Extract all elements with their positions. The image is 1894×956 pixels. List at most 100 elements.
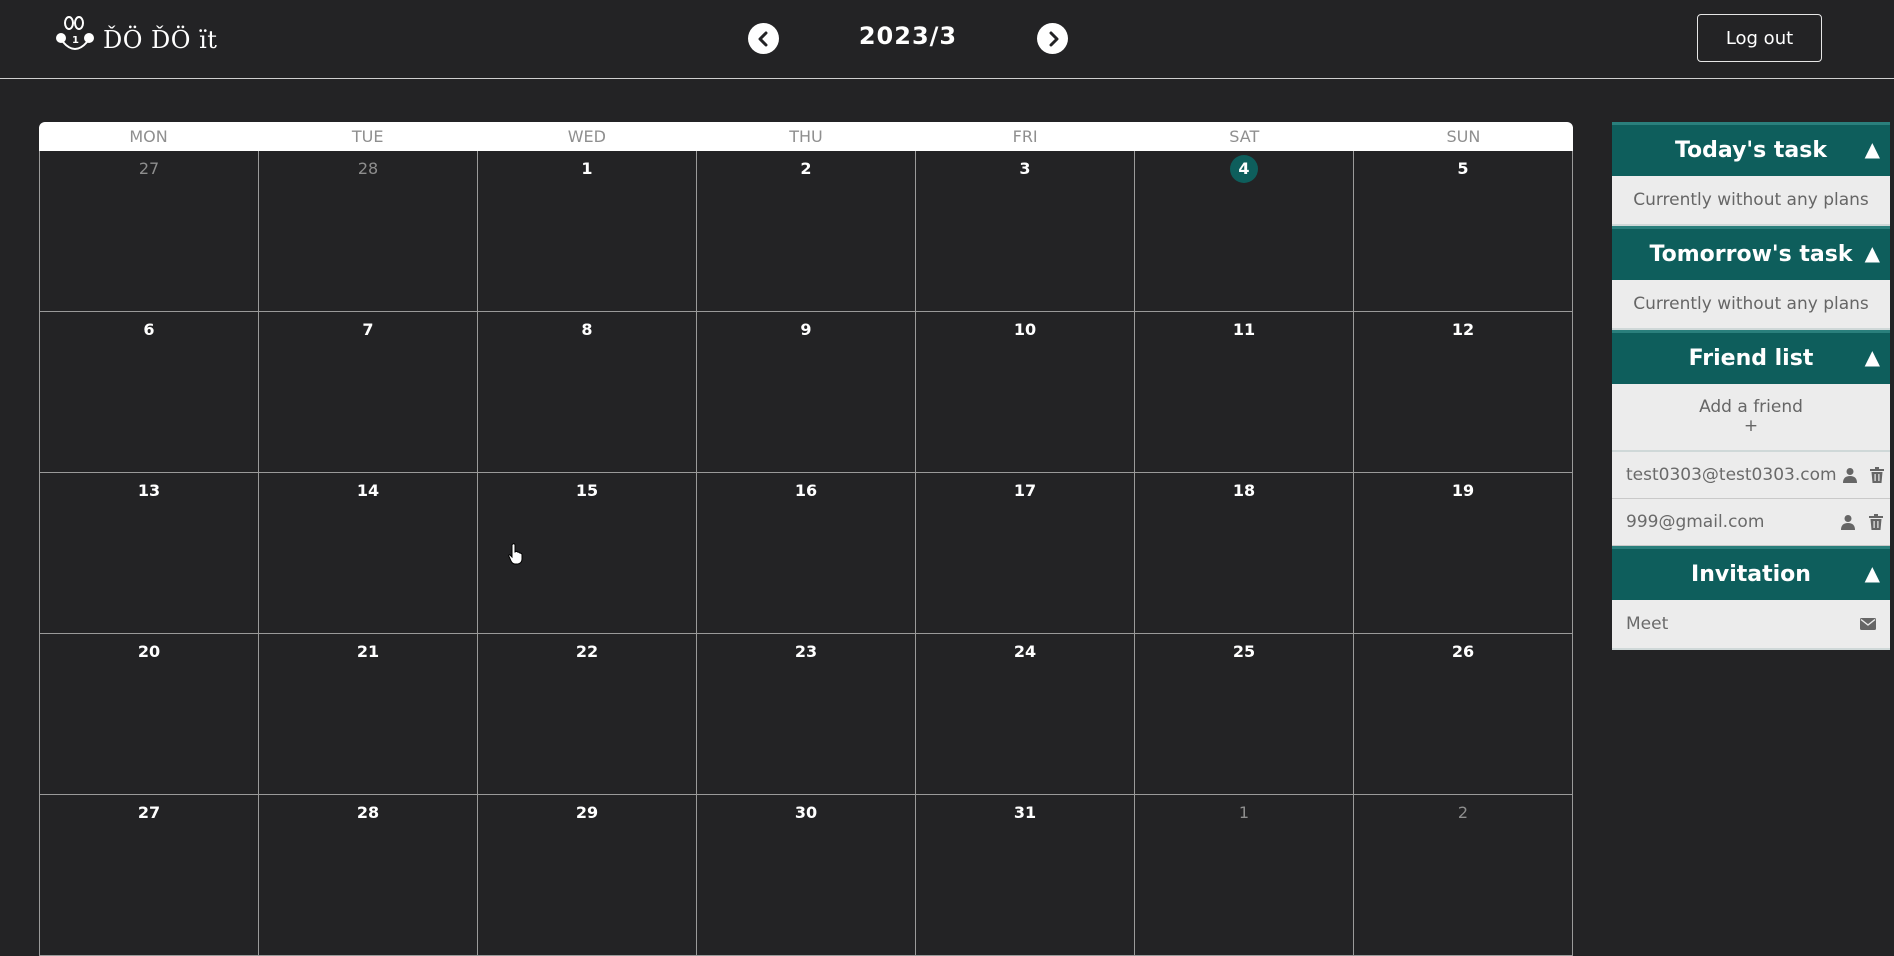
day-number-text: 5 [1457,159,1469,178]
calendar-day[interactable]: 2 [697,151,916,312]
calendar-day[interactable]: 1 [1135,795,1354,956]
day-number-text: 27 [137,803,161,822]
calendar-day[interactable]: 24 [916,634,1135,795]
calendar-day[interactable]: 3 [916,151,1135,312]
sidebar: Today's task ▲ Currently without any pla… [1612,122,1890,650]
day-number: 31 [916,803,1134,822]
calendar-day[interactable]: 13 [40,473,259,634]
day-number-text: 26 [1451,642,1475,661]
friend-email: 999@gmail.com [1626,512,1765,532]
calendar-day[interactable]: 27 [40,795,259,956]
month-title: 2023/3 [858,22,958,50]
calendar-day[interactable]: 16 [697,473,916,634]
calendar-day[interactable]: 2 [1354,795,1573,956]
calendar-day[interactable]: 17 [916,473,1135,634]
logo-text: ĎÖ ĎÖ ït [103,26,218,54]
calendar-day[interactable]: 9 [697,312,916,473]
day-number-text: 9 [800,320,812,339]
day-number-text: 2 [800,159,812,178]
day-number-text: 25 [1232,642,1256,661]
collapse-triangle-icon[interactable]: ▲ [1865,345,1880,369]
calendar-day[interactable]: 21 [259,634,478,795]
day-number-text: 10 [1013,320,1037,339]
calendar-day[interactable]: 7 [259,312,478,473]
weekday-label: WED [567,127,606,146]
day-number-text: 3 [1019,159,1031,178]
tomorrow-task-header[interactable]: Tomorrow's task ▲ [1612,226,1890,280]
person-icon[interactable] [1834,514,1862,530]
person-icon[interactable] [1837,467,1864,483]
tomorrow-task-body: Currently without any plans [1612,280,1890,330]
collapse-triangle-icon[interactable]: ▲ [1865,137,1880,161]
invitation-item[interactable]: Meet [1612,600,1890,650]
logout-button[interactable]: Log out [1697,14,1822,62]
calendar: MON TUE WED THU FRI SAT SUN 27 28 1 2 3 4 5 6 7 8… [39,122,1573,956]
day-number: 26 [1354,642,1572,661]
collapse-triangle-icon[interactable]: ▲ [1865,561,1880,585]
trash-icon[interactable] [1862,514,1890,530]
day-number: 11 [1135,320,1353,339]
day-number-text: 6 [143,320,155,339]
calendar-day[interactable]: 31 [916,795,1135,956]
today-task-header[interactable]: Today's task ▲ [1612,122,1890,176]
friend-item: 999@gmail.com [1612,499,1890,546]
day-number: 19 [1354,481,1572,500]
calendar-day[interactable]: 12 [1354,312,1573,473]
calendar-day-today[interactable]: 4 [1135,151,1354,312]
calendar-grid: 27 28 1 2 3 4 5 6 7 8 9 10 11 12 13 14 15 16 17 18 19 20 21 22 2… [39,151,1573,956]
day-number-text: 13 [137,481,161,500]
friend-email: test0303@test0303.com [1626,465,1837,485]
day-number-text: 30 [794,803,818,822]
weekday-label: TUE [351,127,384,146]
calendar-day[interactable]: 20 [40,634,259,795]
day-number-text: 1 [1238,803,1250,822]
day-number: 7 [259,320,477,339]
today-task-title: Today's task [1674,138,1828,163]
day-number: 3 [916,159,1134,178]
day-number: 12 [1354,320,1572,339]
day-number: 4 [1135,155,1353,183]
calendar-day[interactable]: 26 [1354,634,1573,795]
calendar-day[interactable]: 22 [478,634,697,795]
calendar-day[interactable]: 19 [1354,473,1573,634]
day-number-text: 4 [1230,155,1258,183]
calendar-day[interactable]: 18 [1135,473,1354,634]
day-number-text: 14 [356,481,380,500]
calendar-day[interactable]: 5 [1354,151,1573,312]
calendar-day[interactable]: 8 [478,312,697,473]
calendar-day[interactable]: 30 [697,795,916,956]
day-number: 29 [478,803,696,822]
calendar-day[interactable]: 28 [259,795,478,956]
calendar-day[interactable]: 1 [478,151,697,312]
day-number: 17 [916,481,1134,500]
day-number: 21 [259,642,477,661]
day-number-text: 15 [575,481,599,500]
calendar-day[interactable]: 14 [259,473,478,634]
calendar-day[interactable]: 6 [40,312,259,473]
add-friend-button[interactable]: Add a friend + [1612,384,1890,452]
collapse-triangle-icon[interactable]: ▲ [1865,241,1880,265]
calendar-day[interactable]: 10 [916,312,1135,473]
top-header: 1 ĎÖ ĎÖ ït 2023/3 Log out [0,0,1894,79]
invitation-body: Meet [1612,600,1890,650]
day-number-text: 24 [1013,642,1037,661]
day-number: 23 [697,642,915,661]
friend-list-header[interactable]: Friend list ▲ [1612,330,1890,384]
invitation-header[interactable]: Invitation ▲ [1612,546,1890,600]
day-number-text: 27 [138,159,160,178]
calendar-day[interactable]: 11 [1135,312,1354,473]
prev-month-button[interactable] [748,23,779,54]
add-friend-label: Add a friend [1699,397,1803,417]
next-month-button[interactable] [1037,23,1068,54]
calendar-day[interactable]: 28 [259,151,478,312]
envelope-icon[interactable] [1854,618,1882,630]
trash-icon[interactable] [1863,467,1890,483]
calendar-day[interactable]: 29 [478,795,697,956]
app-logo[interactable]: 1 ĎÖ ĎÖ ït [55,14,217,54]
calendar-day[interactable]: 27 [40,151,259,312]
calendar-day[interactable]: 23 [697,634,916,795]
calendar-day[interactable]: 25 [1135,634,1354,795]
today-task-body: Currently without any plans [1612,176,1890,226]
friend-list-title: Friend list [1688,346,1814,371]
day-number: 1 [1135,803,1353,822]
